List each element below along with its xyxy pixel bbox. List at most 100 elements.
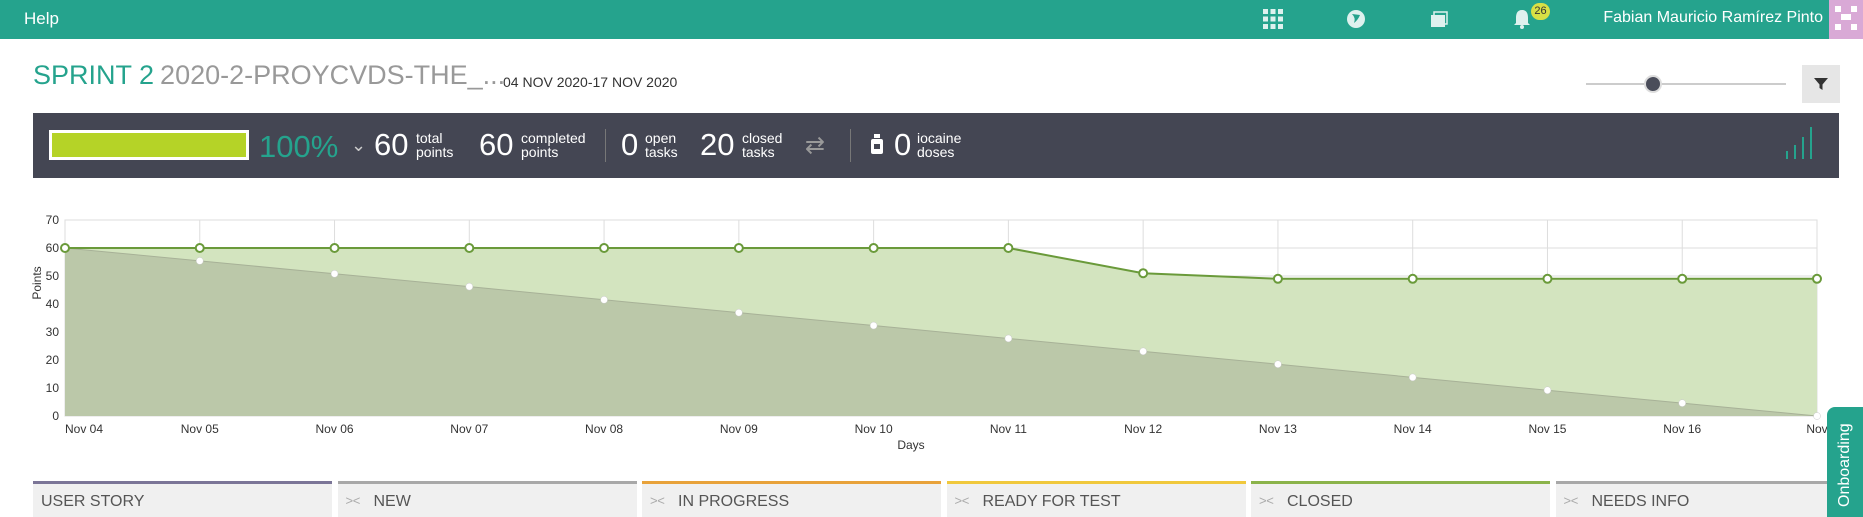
y-tick-label: 40 [46,297,60,311]
actual-point [60,243,70,253]
total-points-label-line2: points [416,144,454,160]
divider [850,129,851,162]
completed-label-line2: points [521,144,559,160]
y-tick-label: 0 [52,409,59,423]
x-tick-label: Nov 04 [65,422,103,436]
collapse-column-icon[interactable]: > < [346,493,361,508]
ideal-point [1004,334,1013,343]
zoom-slider-track[interactable] [1586,83,1786,85]
swap-arrows-icon[interactable]: ⇄ [805,131,825,160]
ideal-point [196,257,204,265]
signal-bars-icon[interactable] [1785,125,1817,159]
iocaine-label-line2: doses [917,144,955,160]
actual-point [1003,243,1014,253]
bell-icon[interactable] [1511,8,1533,30]
total-points-label: total points [416,131,536,159]
progress-bar [49,130,249,160]
x-tick-label: Nov 05 [181,422,219,436]
ideal-point [465,282,474,291]
column-title: IN PROGRESS [678,493,790,510]
burndown-chart: 0 10 20 30 40 50 60 70 Nov 04 Nov 05 Nov 06 Nov 07 N… [30,213,1828,452]
closed-label-line2: tasks [742,144,775,160]
sprint-title: SPRINT 2 2020-2-PROYCVDS-THE_... [33,60,505,91]
onboarding-tab[interactable]: Onboarding [1827,407,1863,517]
discover-icon[interactable] [1345,8,1367,30]
ideal-point [1543,386,1552,394]
filter-icon [1814,78,1828,90]
collapse-column-icon[interactable]: > < [1564,493,1579,508]
y-tick-label: 30 [46,325,60,339]
x-tick-label: Nov 12 [1124,422,1162,436]
collapse-column-icon[interactable]: > < [650,493,665,508]
kanban-column-closed[interactable]: > < CLOSED [1251,481,1550,517]
apps-grid-icon[interactable] [1262,8,1284,30]
y-axis-title: Points [30,266,44,299]
open-tasks-value: 0 [621,127,639,162]
ideal-point [1813,412,1821,420]
column-color-bar [337,481,637,484]
actual-point [1812,273,1822,284]
kanban-column-in-progress[interactable]: > < IN PROGRESS [642,481,941,517]
ideal-point [869,321,878,330]
ideal-point [1139,347,1147,356]
filter-button[interactable] [1802,65,1840,103]
column-color-bar [33,481,332,484]
kanban-column-user-story[interactable]: USER STORY [33,481,332,517]
actual-point [1677,273,1688,284]
actual-point [1272,273,1283,284]
x-tick-label: Nov 07 [450,422,488,436]
column-color-bar [946,481,1246,484]
x-tick-label: Nov 08 [585,422,623,436]
kanban-column-new[interactable]: > < NEW [337,481,637,517]
x-tick-label: Nov 13 [1259,422,1297,436]
sprint-label: SPRINT 2 [33,60,155,90]
column-color-bar [1555,481,1855,484]
column-color-bar [1251,481,1550,484]
x-tick-label: Nov 06 [316,422,354,436]
chevron-down-icon[interactable]: ⌄ [351,135,366,156]
column-title: NEEDS INFO [1591,493,1690,510]
ideal-point [735,308,743,317]
y-tick-label: 20 [46,353,60,367]
x-tick-label: Nov 15 [1528,422,1566,436]
y-tick-label: 60 [46,241,60,255]
kanban-column-ready-for-test[interactable]: > < READY FOR TEST [946,481,1246,517]
progress-percent: 100% [259,129,339,164]
actual-point [1407,273,1418,284]
closed-tasks-label: closed tasks [742,131,862,159]
x-tick-label: Nov 10 [855,422,893,436]
zoom-slider-handle[interactable] [1644,75,1662,93]
y-tick-label: 50 [46,269,60,283]
x-axis-title: Days [897,438,924,452]
project-name[interactable]: 2020-2-PROYCVDS-THE_... [160,60,505,90]
column-title: USER STORY [41,493,145,510]
onboarding-label: Onboarding [1836,423,1853,507]
divider [605,129,606,162]
iocaine-bottle-icon[interactable] [869,133,885,155]
collapse-column-icon[interactable]: > < [1259,493,1274,508]
closed-tasks-value: 20 [700,127,735,162]
actual-point [868,243,879,253]
x-tick-label: Nov 14 [1394,422,1432,436]
actual-point [1542,273,1553,284]
column-title: CLOSED [1287,493,1353,510]
kanban-column-needs-info[interactable]: > < NEEDS INFO [1555,481,1855,517]
ideal-point [1408,373,1417,382]
actual-point [733,243,744,253]
sprint-stats-bar: 100% ⌄ 60 total points 60 completed points… [33,113,1839,178]
ideal-point [1678,399,1686,407]
ideal-point [1274,360,1282,368]
y-tick-label: 70 [46,213,60,227]
open-label-line2: tasks [645,144,678,160]
help-link[interactable]: Help [24,9,59,29]
user-name[interactable]: Fabian Mauricio Ramírez Pinto [1603,9,1823,27]
avatar[interactable] [1829,0,1863,39]
projects-icon[interactable] [1428,8,1450,30]
collapse-column-icon[interactable]: > < [955,493,970,508]
column-title: NEW [373,493,411,510]
x-tick-label: Nov 09 [720,422,758,436]
avatar-pattern-icon [1835,6,1857,30]
top-navigation-bar: Help 26 Fabian Mauricio Ramírez Pinto [0,0,1863,39]
ideal-point [600,296,608,304]
iocaine-value: 0 [894,127,912,162]
